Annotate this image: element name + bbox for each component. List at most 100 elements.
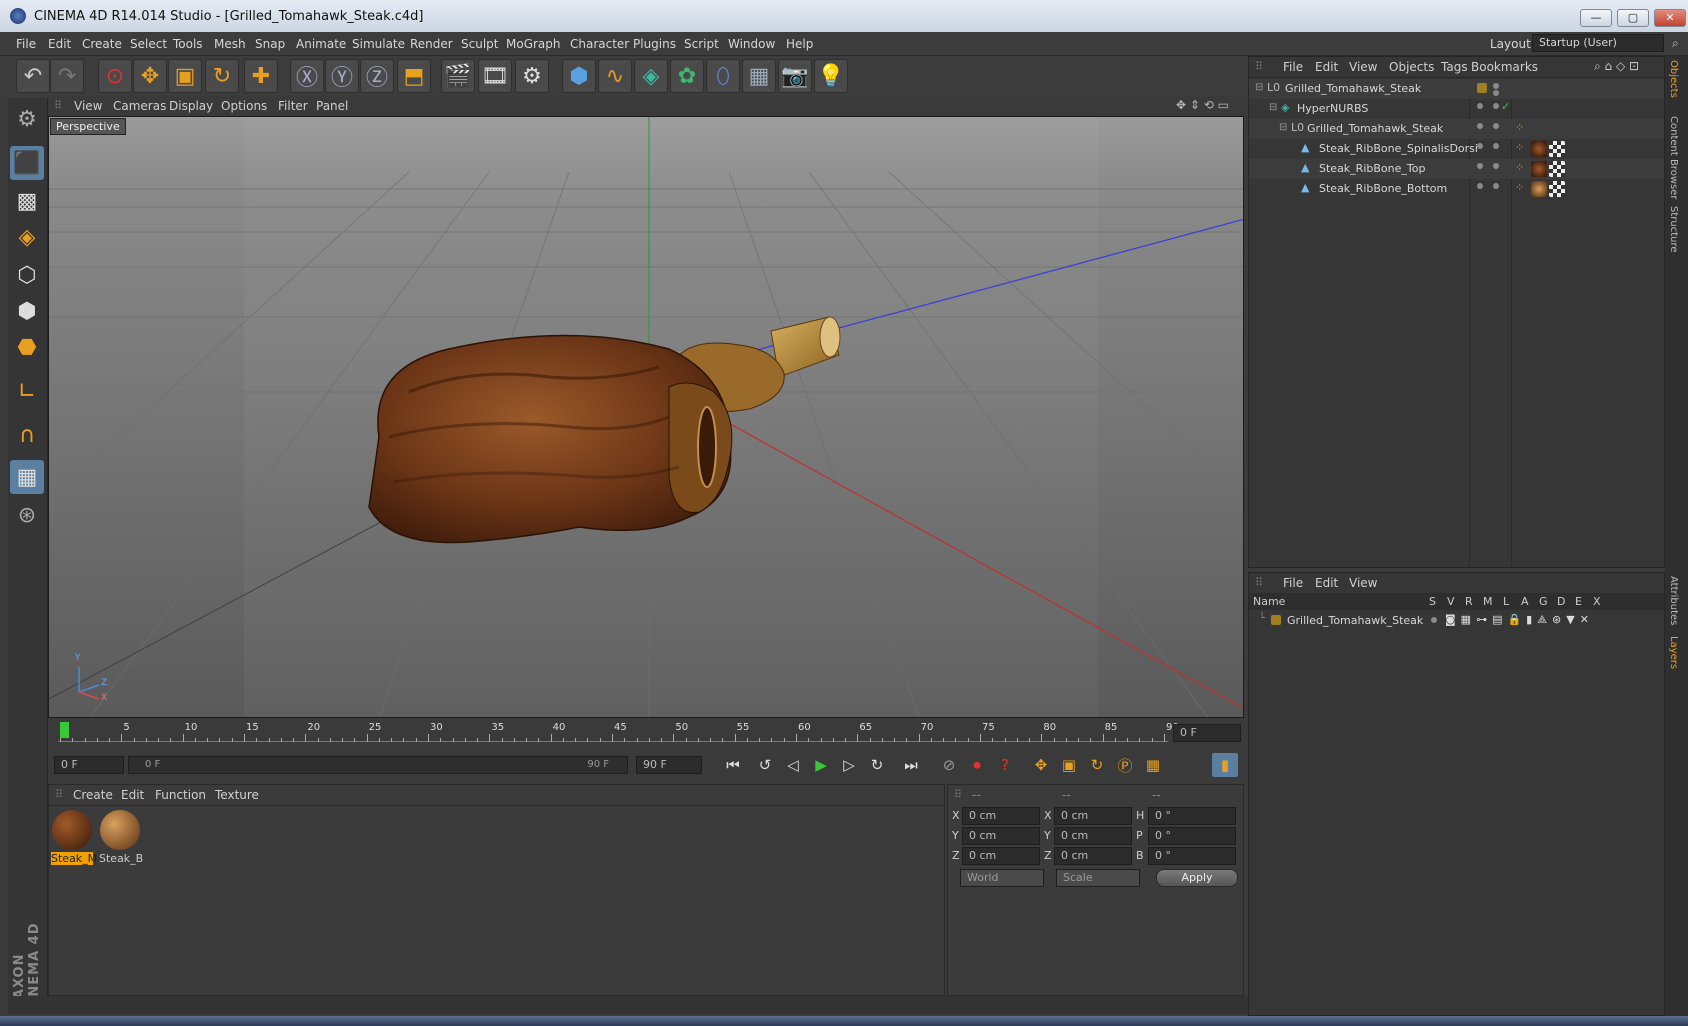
scale-icon[interactable]: ▣	[168, 59, 202, 93]
snap-icon[interactable]: ⊛	[10, 498, 44, 532]
objects-menu-view[interactable]: View	[1349, 60, 1377, 74]
layer-color-icon[interactable]	[1271, 615, 1281, 625]
menu-mograph[interactable]: MoGraph	[506, 37, 561, 51]
go-to-start-icon[interactable]: ⏮	[720, 753, 746, 777]
material-swatch[interactable]: Steak_B	[99, 809, 143, 865]
timeline-window-icon[interactable]: ▮	[1212, 753, 1238, 777]
apply-button[interactable]: Apply	[1156, 869, 1238, 887]
material-tag-icon[interactable]	[1531, 181, 1547, 197]
solo-dot[interactable]	[1431, 617, 1437, 623]
rotation-p-field[interactable]: 0 °	[1148, 827, 1236, 845]
light-icon[interactable]: 💡	[814, 59, 848, 93]
phong-tag-icon[interactable]: ⁘	[1515, 161, 1524, 174]
objects-menu-objects[interactable]: Objects	[1389, 60, 1434, 74]
end-frame-field[interactable]: 90 F	[636, 756, 702, 774]
menu-file[interactable]: File	[16, 37, 36, 51]
render-view-icon[interactable]: 🎬	[441, 59, 475, 93]
spline-icon[interactable]: ∿	[598, 59, 632, 93]
redo-icon[interactable]: ↷	[50, 59, 84, 93]
play-icon[interactable]: ▶	[808, 753, 834, 777]
object-row[interactable]: ⊟ ◈ HyperNURBS ✓	[1249, 99, 1664, 119]
timeline[interactable]: 051015202530354045505560657075808590 0 F	[48, 720, 1244, 748]
uvw-tag-icon[interactable]	[1549, 161, 1565, 177]
menu-sculpt[interactable]: Sculpt	[461, 37, 498, 51]
tab-layers[interactable]: Layers	[1668, 636, 1679, 669]
key-parameter-icon[interactable]: Ⓟ	[1112, 753, 1138, 777]
render-dot[interactable]	[1493, 183, 1499, 189]
menu-render[interactable]: Render	[410, 37, 453, 51]
visibility-dot[interactable]	[1477, 123, 1483, 129]
rotation-b-field[interactable]: 0 °	[1148, 847, 1236, 865]
menu-help[interactable]: Help	[786, 37, 813, 51]
material-menu-texture[interactable]: Texture	[215, 788, 259, 802]
visibility-dot[interactable]	[1477, 183, 1483, 189]
maximize-button[interactable]: ▢	[1617, 9, 1649, 27]
magnet-icon[interactable]: ∩	[10, 418, 44, 452]
cube-icon[interactable]: ⬢	[562, 59, 596, 93]
layout-select[interactable]: Startup (User)	[1532, 34, 1664, 52]
y-axis-lock-icon[interactable]: Ⓨ	[325, 59, 359, 93]
objects-menu-tags[interactable]: Tags	[1441, 60, 1468, 74]
object-row[interactable]: ▲ Steak_RibBone_SpinalisDorsi ⁘	[1249, 139, 1664, 159]
points-mode-icon[interactable]: ⬡	[10, 258, 44, 292]
render-dot[interactable]	[1493, 123, 1499, 129]
key-pla-icon[interactable]: ▦	[1140, 753, 1166, 777]
render-dot[interactable]	[1493, 103, 1499, 109]
floor-icon[interactable]: ▦	[742, 59, 776, 93]
object-row[interactable]: ▲ Steak_RibBone_Bottom ⁘	[1249, 179, 1664, 199]
object-row[interactable]: ▲ Steak_RibBone_Top ⁘	[1249, 159, 1664, 179]
layers-menu-edit[interactable]: Edit	[1315, 576, 1338, 590]
rotation-h-field[interactable]: 0 °	[1148, 807, 1236, 825]
material-menu-create[interactable]: Create	[73, 788, 113, 802]
size-z-field[interactable]: 0 cm	[1054, 847, 1132, 865]
array-icon[interactable]: ✿	[670, 59, 704, 93]
menu-mesh[interactable]: Mesh	[214, 37, 246, 51]
render-picture-viewer-icon[interactable]: 🎞	[478, 59, 512, 93]
render-dot[interactable]	[1493, 90, 1499, 96]
menu-window[interactable]: Window	[728, 37, 775, 51]
nurbs-icon[interactable]: ◈	[634, 59, 668, 93]
workplane-lock-icon[interactable]: ▦	[10, 460, 44, 494]
workplane-icon[interactable]: ◈	[10, 220, 44, 254]
tab-objects[interactable]: Objects	[1668, 60, 1679, 98]
camera-icon[interactable]: 📷	[778, 59, 812, 93]
menu-animate[interactable]: Animate	[296, 37, 346, 51]
key-rotation-icon[interactable]: ↻	[1084, 753, 1110, 777]
auto-key-icon[interactable]: ⏺	[964, 753, 990, 777]
phong-tag-icon[interactable]: ⁘	[1515, 121, 1524, 134]
deformer-icon[interactable]: ⬯	[706, 59, 740, 93]
tab-structure[interactable]: Structure	[1668, 206, 1679, 253]
visibility-dot[interactable]	[1477, 103, 1483, 109]
next-key-icon[interactable]: ↻	[864, 753, 890, 777]
uvw-tag-icon[interactable]	[1549, 141, 1565, 157]
menu-character[interactable]: Character	[570, 37, 629, 51]
undo-icon[interactable]: ↶	[16, 59, 50, 93]
menu-simulate[interactable]: Simulate	[352, 37, 405, 51]
phong-tag-icon[interactable]: ⁘	[1515, 181, 1524, 194]
coordinate-system-dropdown[interactable]: World	[960, 869, 1044, 887]
close-button[interactable]: ✕	[1654, 9, 1686, 27]
live-select-icon[interactable]: ⊙	[98, 59, 132, 93]
uvw-tag-icon[interactable]	[1549, 181, 1565, 197]
edges-mode-icon[interactable]: ⬢	[10, 294, 44, 328]
go-to-end-icon[interactable]: ⏭	[898, 753, 924, 777]
menu-create[interactable]: Create	[82, 37, 122, 51]
objects-menu-edit[interactable]: Edit	[1315, 60, 1338, 74]
menu-snap[interactable]: Snap	[255, 37, 285, 51]
material-menu-edit[interactable]: Edit	[121, 788, 144, 802]
menu-select[interactable]: Select	[130, 37, 167, 51]
model-mode-icon[interactable]: ⬛	[10, 146, 44, 180]
move-icon[interactable]: ✥	[133, 59, 167, 93]
playhead[interactable]	[60, 722, 69, 738]
menu-script[interactable]: Script	[684, 37, 719, 51]
material-swatch[interactable]: Steak_M	[51, 809, 97, 865]
render-settings-icon[interactable]: ⚙	[515, 59, 549, 93]
layers-menu-file[interactable]: File	[1283, 576, 1303, 590]
axis-mode-icon[interactable]: ∟	[10, 374, 44, 408]
layer-row[interactable]: └ Grilled_Tomahawk_Steak ◙▦⊶▤🔒▮⟁⊛▼✕	[1249, 611, 1664, 631]
object-row[interactable]: ⊟ L0 Grilled_Tomahawk_Steak	[1249, 79, 1664, 99]
objects-menu-file[interactable]: File	[1283, 60, 1303, 74]
visibility-dot[interactable]	[1477, 163, 1483, 169]
viewport-3d[interactable]: Y Z X	[48, 116, 1244, 718]
size-y-field[interactable]: 0 cm	[1054, 827, 1132, 845]
